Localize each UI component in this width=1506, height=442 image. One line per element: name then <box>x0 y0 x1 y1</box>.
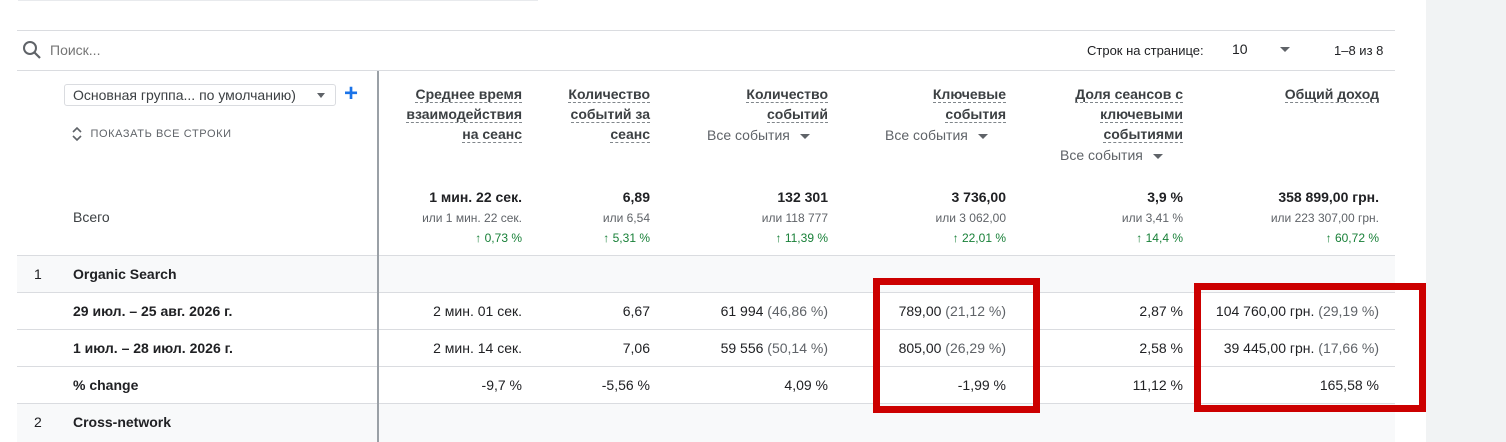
rows-per-page-label: Строк на странице: <box>1087 43 1204 58</box>
total-compare: или 3,41 % <box>1121 211 1183 225</box>
highlight-box-total-revenue <box>1194 283 1426 412</box>
table-cell: 59 556 (50,14 %) <box>720 340 828 356</box>
pagination-info: 1–8 из 8 <box>1334 43 1384 58</box>
table-cell: -5,56 % <box>601 377 650 393</box>
total-compare: или 6,54 <box>602 211 650 225</box>
chevron-down-icon <box>317 93 325 98</box>
total-change: ↑ 11,39 % <box>775 231 828 245</box>
total-value: 3 736,00 <box>951 189 1007 205</box>
plus-icon: + <box>344 80 359 107</box>
total-value: 132 301 <box>777 189 828 205</box>
total-value: 6,89 <box>622 189 650 205</box>
column-header-total-revenue[interactable]: Общий доход <box>1220 84 1379 104</box>
column-header-key-events[interactable]: Ключевые события <box>880 84 1006 124</box>
add-dimension-button[interactable]: + <box>344 80 362 107</box>
rows-per-page-select[interactable]: 10 <box>1232 41 1294 61</box>
total-label: Всего <box>73 209 110 225</box>
chevron-down-icon <box>1280 47 1290 52</box>
row-label-cross-network[interactable]: Cross-network <box>73 414 171 430</box>
table-cell: -9,7 % <box>481 377 522 393</box>
row-label-percent-change: % change <box>73 377 139 393</box>
search-icon[interactable] <box>22 40 42 60</box>
row-number: 2 <box>34 414 42 430</box>
rows-per-page-value: 10 <box>1232 41 1248 57</box>
row-label-period-previous: 1 июл. – 28 июл. 2026 г. <box>73 340 233 356</box>
total-change: ↑ 60,72 % <box>1325 231 1379 245</box>
right-side-panel <box>1426 0 1506 442</box>
table-cell: 11,12 % <box>1132 377 1183 393</box>
column-divider <box>377 71 379 442</box>
chevron-down-icon <box>799 133 810 139</box>
dimension-selector-label: Основная группа... по умолчанию) <box>73 87 296 103</box>
total-compare: или 223 307,00 грн. <box>1270 211 1379 225</box>
table-cell: 2 мин. 01 сек. <box>433 303 522 319</box>
row-label-organic-search[interactable]: Organic Search <box>73 266 177 282</box>
total-value: 3,9 % <box>1147 189 1183 205</box>
column-header-key-event-rate[interactable]: Доля сеансов с ключевыми событиями <box>1050 84 1183 144</box>
column-header-avg-engagement[interactable]: Среднее время взаимодействия на сеанс <box>400 84 522 144</box>
total-change: ↑ 22,01 % <box>952 231 1006 245</box>
table-cell: 61 994 (46,86 %) <box>720 303 828 319</box>
row-label-period-current: 29 июл. – 25 авг. 2026 г. <box>73 303 233 319</box>
show-all-rows-button[interactable]: ПОКАЗАТЬ ВСЕ СТРОКИ <box>72 125 232 141</box>
total-change: ↑ 0,73 % <box>475 231 522 245</box>
show-all-rows-label: ПОКАЗАТЬ ВСЕ СТРОКИ <box>90 127 232 140</box>
search-input[interactable] <box>50 40 350 60</box>
table-cell: 4,09 % <box>784 377 828 393</box>
toolbar-bottom-border <box>17 70 1395 71</box>
key-event-rate-filter[interactable]: Все события <box>1060 147 1163 163</box>
total-change: ↑ 5,31 % <box>603 231 650 245</box>
unfold-icon <box>72 126 82 141</box>
row-number: 1 <box>34 266 42 282</box>
table-cell: 7,06 <box>622 340 650 356</box>
total-value: 1 мин. 22 сек. <box>429 189 522 205</box>
event-count-filter[interactable]: Все события <box>707 127 810 143</box>
table-cell: 2 мин. 14 сек. <box>433 340 522 356</box>
total-compare: или 3 062,00 <box>935 211 1006 225</box>
toolbar-top-border <box>17 30 1395 31</box>
column-header-event-count[interactable]: Количество событий <box>700 84 828 124</box>
table-cell: 6,67 <box>622 303 650 319</box>
dimension-selector[interactable]: Основная группа... по умолчанию) <box>64 84 336 106</box>
total-compare: или 118 777 <box>761 211 828 225</box>
key-events-filter[interactable]: Все события <box>885 127 988 143</box>
column-header-events-per-session[interactable]: Количество событий за сеанс <box>540 84 650 144</box>
total-change: ↑ 14,4 % <box>1136 231 1183 245</box>
total-value: 358 899,00 грн. <box>1278 189 1379 205</box>
chevron-down-icon <box>1152 153 1163 159</box>
chevron-down-icon <box>977 133 988 139</box>
table-cell: 2,87 % <box>1139 303 1183 319</box>
total-compare: или 1 мин. 22 сек. <box>422 211 522 225</box>
highlight-box-key-events <box>873 278 1040 413</box>
table-cell: 2,58 % <box>1139 340 1183 356</box>
